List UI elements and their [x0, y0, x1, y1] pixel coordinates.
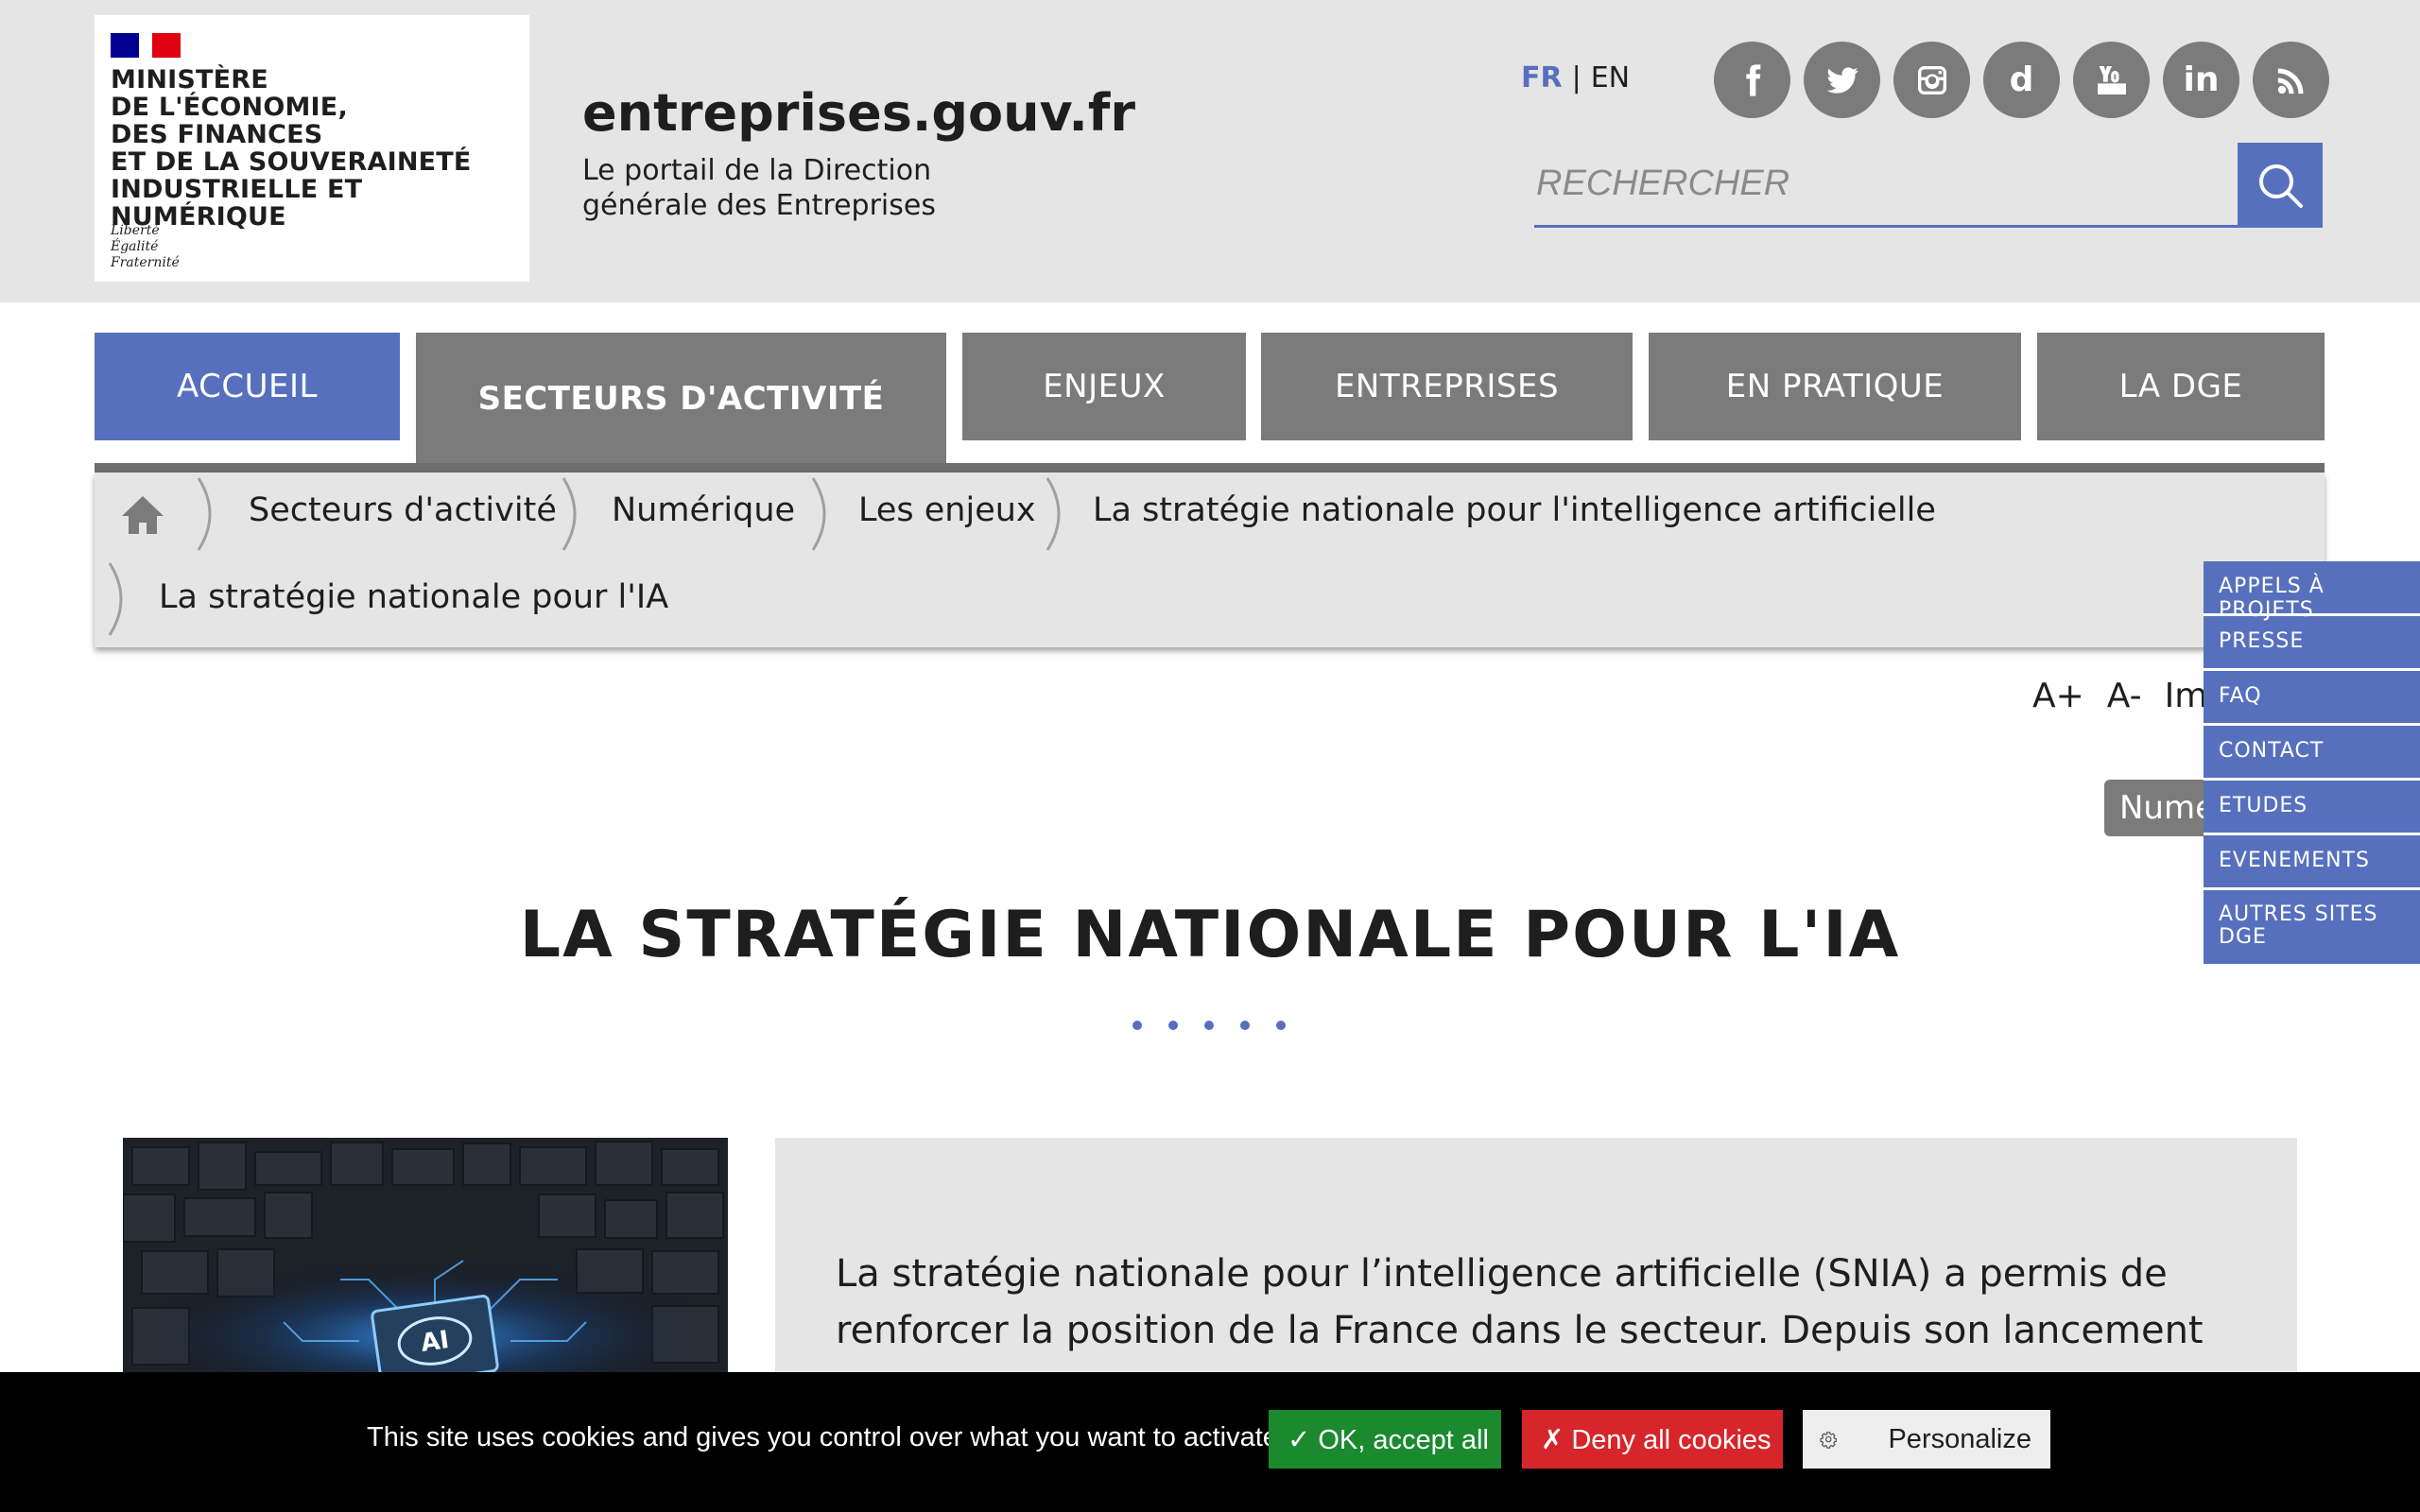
dailymotion-icon[interactable]: d — [1983, 42, 2060, 118]
breadcrumb-item-snia[interactable]: La stratégie nationale pour l'intelligen… — [1093, 491, 1936, 529]
cookie-message: This site uses cookies and gives you con… — [367, 1422, 1278, 1452]
nav-accueil[interactable]: Accueil — [95, 333, 400, 440]
facebook-icon[interactable] — [1714, 42, 1790, 118]
side-item-etudes[interactable]: Etudes — [2204, 781, 2420, 835]
site-subtitle: Le portail de la Direction générale des … — [582, 154, 936, 222]
breadcrumb-separator — [1046, 477, 1061, 551]
breadcrumb-item-les-enjeux[interactable]: Les enjeux — [858, 491, 1036, 529]
breadcrumb-top-border — [95, 463, 2325, 472]
youtube-icon[interactable] — [2073, 42, 2150, 118]
ai-chip-illustration: AI — [123, 1138, 728, 1374]
ministry-logo[interactable]: Ministère de l'Économie, des Finances et… — [95, 15, 529, 282]
nav-en-pratique[interactable]: En pratique — [1649, 333, 2021, 440]
breadcrumb-item-secteurs[interactable]: Secteurs d'activité — [249, 491, 557, 529]
breadcrumb: Secteurs d'activité Numérique Les enjeux… — [95, 472, 2325, 647]
site-header: Ministère de l'Économie, des Finances et… — [0, 0, 2420, 302]
lang-fr-link[interactable]: FR — [1521, 61, 1563, 94]
category-tag[interactable]: Numérique — [2104, 780, 2208, 836]
twitter-icon[interactable] — [1804, 42, 1880, 118]
home-icon[interactable] — [119, 493, 166, 537]
side-item-evenements[interactable]: Evenements — [2204, 835, 2420, 890]
title-separator-dots — [1132, 1021, 1286, 1030]
search-icon — [2259, 164, 2303, 208]
breadcrumb-separator — [811, 477, 826, 551]
side-item-presse[interactable]: Presse — [2204, 616, 2420, 671]
breadcrumb-separator — [197, 477, 212, 551]
cookie-deny-button[interactable]: ✗ Deny all cookies — [1522, 1410, 1783, 1469]
search-button[interactable] — [2238, 143, 2323, 228]
breadcrumb-separator — [108, 562, 123, 636]
personalize-label: Personalize — [1888, 1423, 2031, 1454]
font-decrease-button[interactable]: A- — [2107, 677, 2142, 715]
nav-la-dge[interactable]: La DGE — [2037, 333, 2325, 440]
lang-en-link[interactable]: EN — [1591, 61, 1630, 94]
nav-entreprises[interactable]: Entreprises — [1261, 333, 1633, 440]
social-links: d in — [1714, 42, 2329, 118]
cookie-accept-button[interactable]: ✓ OK, accept all — [1269, 1410, 1501, 1469]
page-title: La stratégie nationale pour l'IA — [519, 898, 1901, 972]
language-switcher: FR | EN — [1521, 61, 1630, 94]
instagram-icon[interactable] — [1893, 42, 1970, 118]
marianne-flag-icon — [111, 33, 181, 58]
side-item-contact[interactable]: Contact — [2204, 726, 2420, 781]
site-title[interactable]: entreprises.gouv.fr — [582, 83, 1135, 143]
breadcrumb-item-numerique[interactable]: Numérique — [612, 491, 795, 529]
ministry-name: Ministère de l'Économie, des Finances et… — [111, 65, 472, 232]
rss-icon[interactable] — [2253, 42, 2329, 118]
linkedin-icon[interactable]: in — [2163, 42, 2239, 118]
ai-chip-label: AI — [419, 1326, 451, 1358]
republic-motto: Liberté Égalité Fraternité — [111, 223, 180, 270]
nav-secteurs-activite[interactable]: Secteurs d'activité — [416, 333, 946, 465]
search-input[interactable] — [1534, 143, 2239, 228]
side-item-faq[interactable]: FAQ — [2204, 671, 2420, 726]
cookie-personalize-button[interactable]: Personalize — [1803, 1410, 2050, 1469]
breadcrumb-item-current: La stratégie nationale pour l'IA — [159, 578, 669, 616]
nav-enjeux[interactable]: Enjeux — [962, 333, 1246, 440]
lang-separator: | — [1571, 61, 1582, 94]
side-item-appels-projets[interactable]: Appels à projets — [2204, 561, 2420, 622]
breadcrumb-separator — [562, 477, 577, 551]
gear-icon — [1820, 1432, 1838, 1449]
font-increase-button[interactable]: A+ — [2032, 677, 2084, 715]
